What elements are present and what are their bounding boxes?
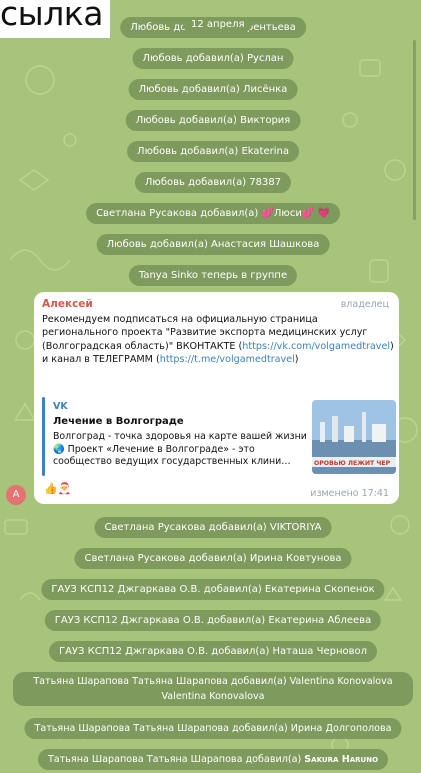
service-message-text: Татьяна Шарапова Татьяна Шарапова добави… — [47, 754, 305, 765]
service-message: Светлана Русакова добавил(а) 💕Люси💕 💗 — [86, 203, 340, 224]
service-message: Любовь добавил(а) 78387 — [134, 172, 292, 193]
sender-role: владелец — [340, 299, 389, 310]
message-bubble[interactable]: Алексей владелец Рекомендуем подписаться… — [34, 292, 399, 504]
service-message: Татьяна Шарапова Татьяна Шарапова добави… — [37, 749, 389, 770]
service-message: Татьяна Шарапова Татьяна Шарапова добави… — [24, 718, 402, 739]
service-message: Светлана Русакова добавил(а) VIKTORIYA — [94, 517, 332, 538]
service-message: Татьяна Шарапова Татьяна Шарапова добави… — [13, 672, 413, 706]
reactions[interactable]: 👍🎅 — [44, 482, 71, 495]
link-preview[interactable]: VK Лечение в Волгограде Волгоград - точк… — [42, 397, 396, 476]
preview-accent-bar — [42, 397, 45, 476]
preview-title: Лечение в Волгограде — [53, 416, 184, 427]
sender-name[interactable]: Алексей — [42, 298, 93, 310]
vk-link[interactable]: https://vk.com/volgamedtravel — [242, 341, 390, 352]
service-message: Светлана Русакова добавил(а) Ирина Ковту… — [74, 548, 352, 569]
title-header: сылка — [0, 0, 110, 38]
sender-avatar[interactable]: А — [6, 485, 26, 505]
preview-site-name: VK — [53, 401, 68, 412]
service-message: Любовь добавил(а) Лисёнка — [128, 79, 298, 100]
message-text-end: ) — [294, 353, 299, 365]
service-message: Любовь добавил(а) Руслан — [132, 48, 294, 69]
service-message: Tanya Sinko теперь в группе — [128, 265, 298, 286]
preview-thumbnail[interactable]: ОРОВЬЮ ЛЕЖИТ ЧЕР — [312, 400, 396, 474]
date-badge[interactable]: 12 апреля — [183, 18, 253, 31]
service-message: Любовь добавил(а) Ekaterina — [127, 141, 299, 162]
edited-timestamp: изменено 17:41 — [310, 488, 389, 499]
service-message: ГАУЗ КСП12 Джгаркава О.В. добавил(а) Ека… — [41, 579, 385, 600]
thumbnail-caption: ОРОВЬЮ ЛЕЖИТ ЧЕР — [314, 460, 391, 467]
preview-description: Волгоград - точка здоровья на карте ваше… — [53, 431, 307, 467]
message-text: Рекомендуем подписаться на официальную с… — [42, 313, 394, 366]
service-message: Любовь добавил(а) Анастасия Шашкова — [96, 234, 330, 255]
chat-title: сылка — [0, 0, 103, 33]
telegram-link[interactable]: https://t.me/volgamedtravel — [160, 354, 295, 365]
chat-background: сылка Любовь добавил(а) Терентьева 12 ап… — [0, 0, 421, 773]
service-message: ГАУЗ КСП12 Джгаркава О.В. добавил(а) Нат… — [48, 641, 378, 662]
service-message: Любовь добавил(а) Виктория — [125, 110, 301, 131]
service-message: ГАУЗ КСП12 Джгаркава О.В. добавил(а) Ека… — [44, 610, 382, 631]
member-name: Sakura Haruno — [304, 754, 379, 765]
scrollbar[interactable] — [413, 40, 416, 220]
